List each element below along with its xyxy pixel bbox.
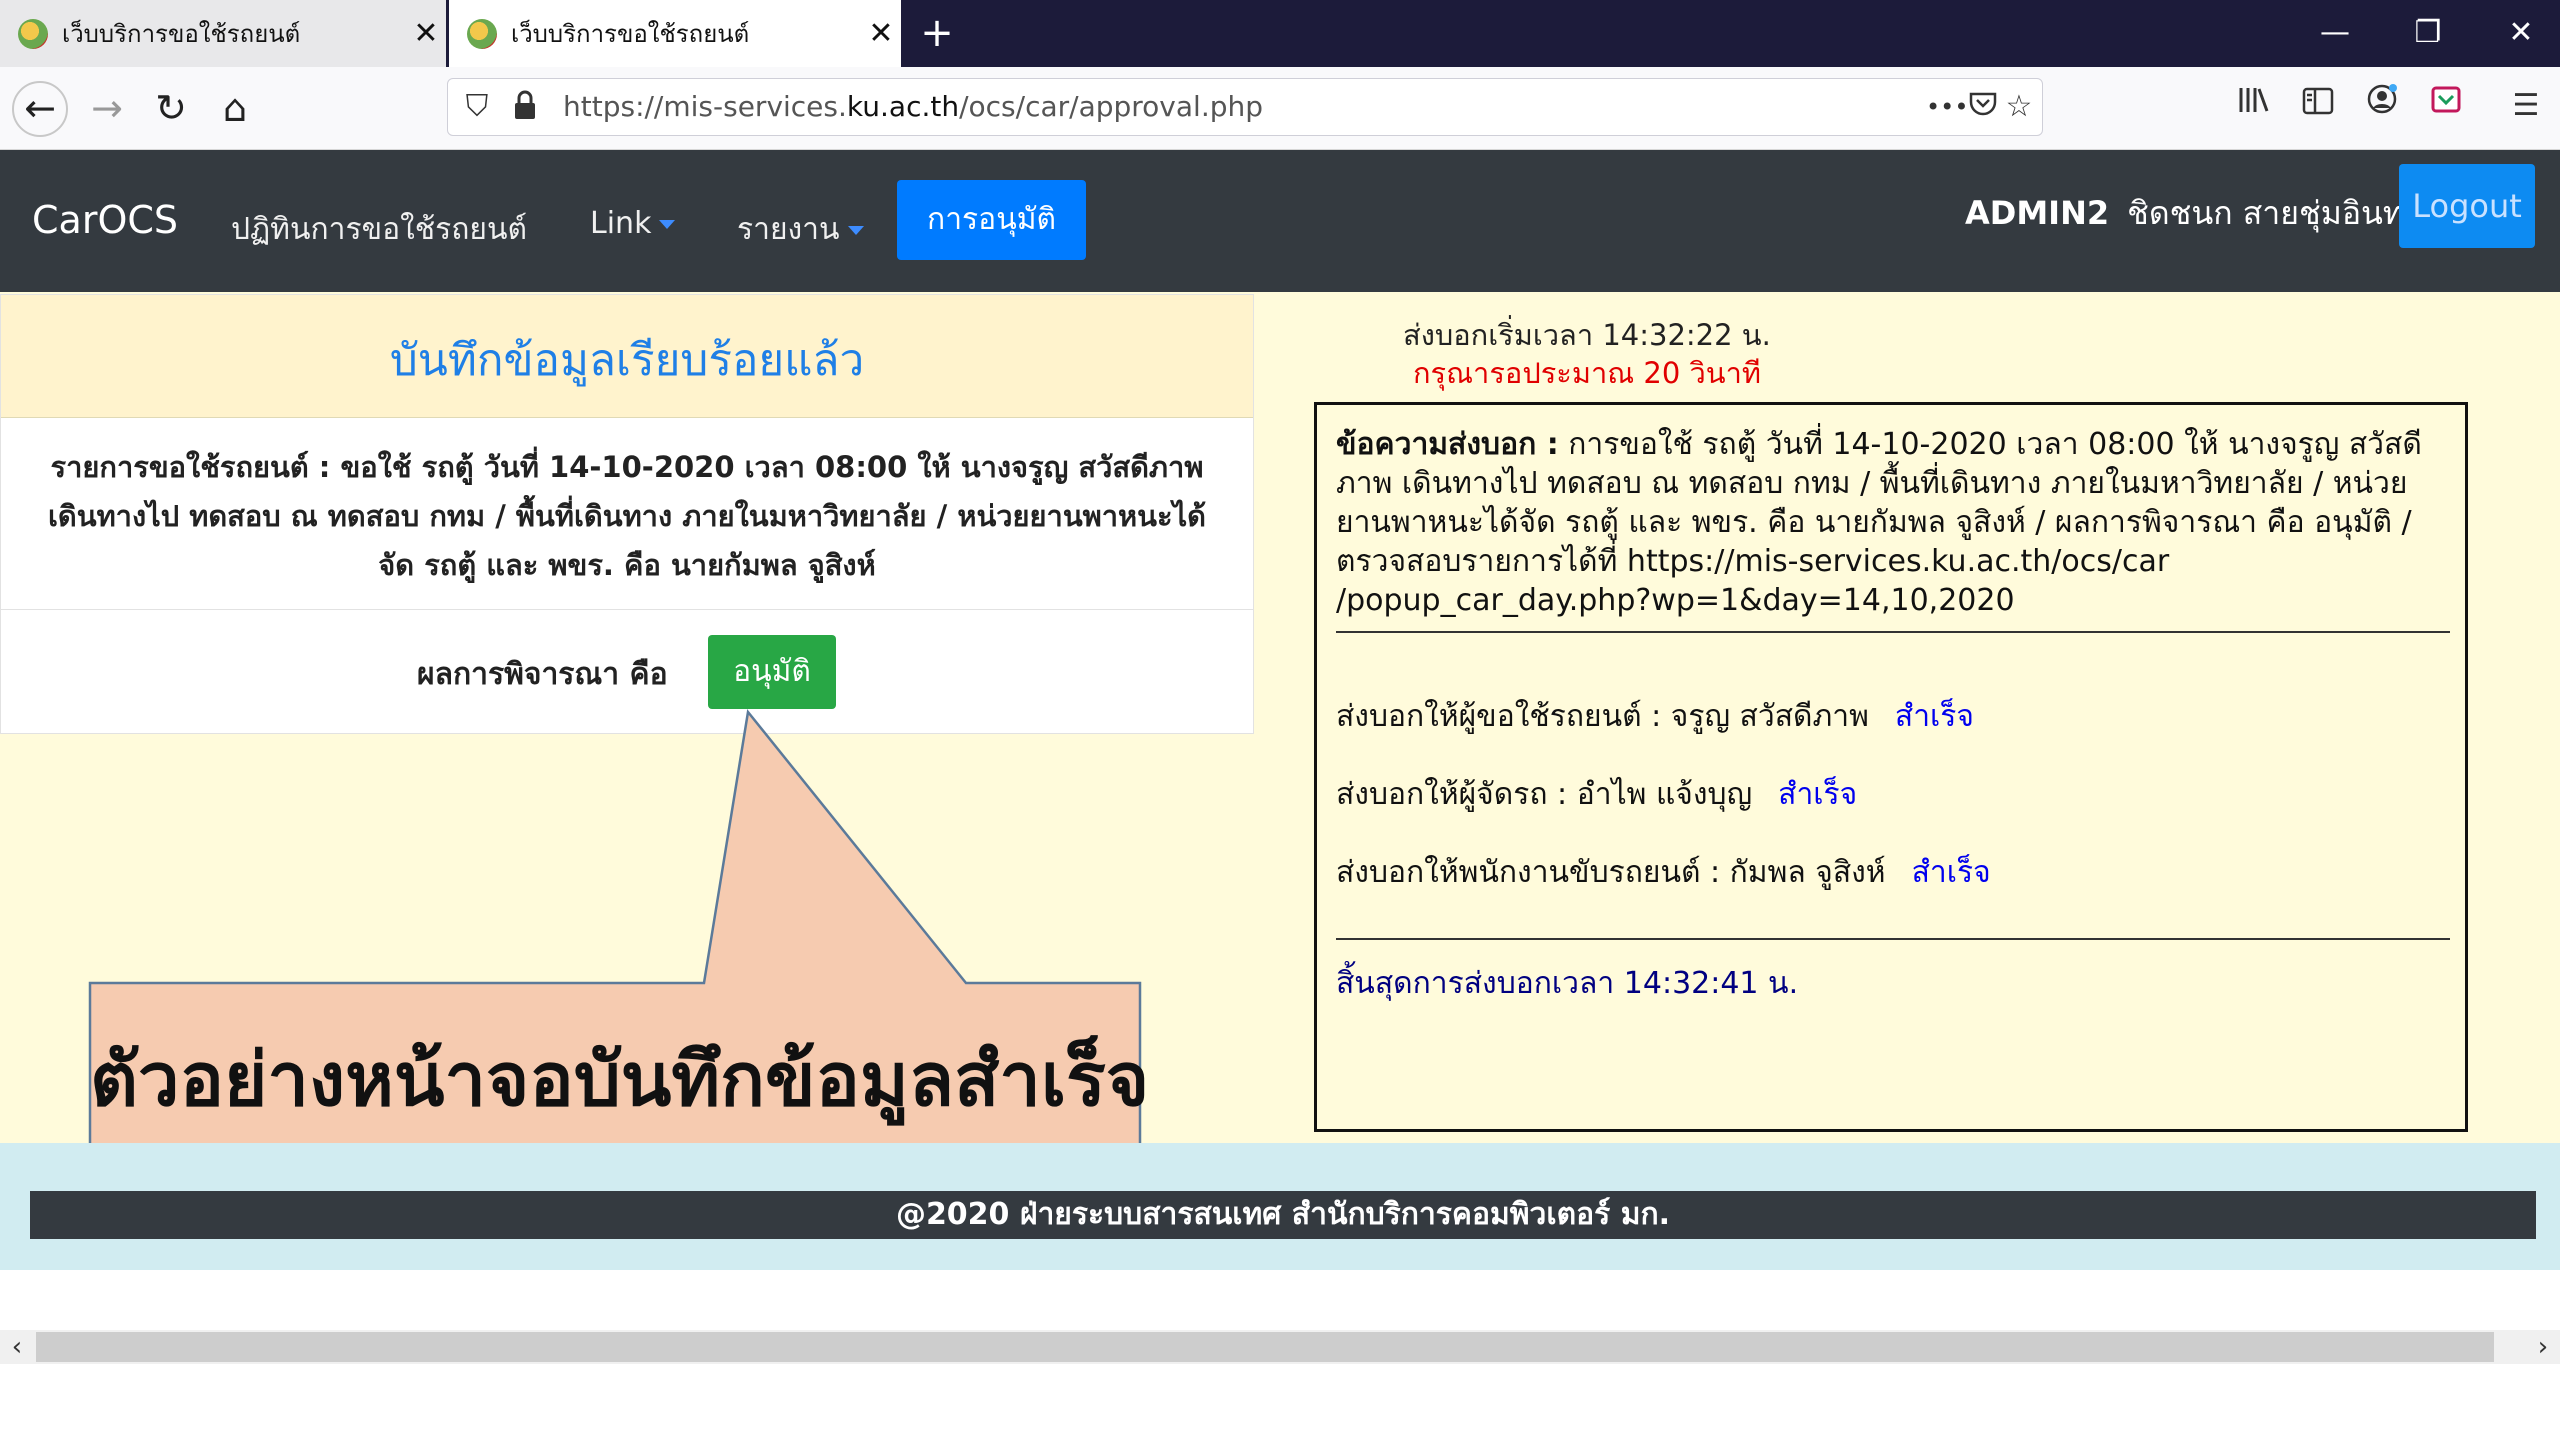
notify-requester-row: ส่งบอกให้ผู้ขอใช้รถยนต์ : จรูญ สวัสดีภาพ…: [1336, 693, 1974, 740]
app-navbar: CarOCS ปฏิทินการขอใช้รถยนต์ Link รายงาน …: [0, 150, 2560, 292]
sidebar-icon[interactable]: [2295, 83, 2341, 129]
shield-icon[interactable]: ⛉: [456, 89, 498, 125]
site-favicon-icon: [467, 18, 497, 49]
tab-title: เว็บบริการขอใช้รถยนต์: [62, 20, 301, 48]
url-text: https://mis-services.ku.ac.th/ocs/car/ap…: [563, 90, 1263, 123]
notify-dispatcher-row: ส่งบอกให้ผู้จัดรถ : อำไพ แจ้งบุญ สำเร็จ: [1336, 771, 1857, 818]
callout-text: ตัวอย่างหน้าจอบันทึกข้อมูลสำเร็จ: [90, 1037, 1150, 1123]
minimize-button[interactable]: —: [2300, 8, 2370, 58]
user-name: ADMIN2: [1965, 194, 2110, 232]
nav-link-label: Link: [590, 206, 652, 241]
caret-down-icon: [847, 226, 864, 235]
notify-driver-row: ส่งบอกให้พนักงานขับรถยนต์ : กัมพล จูสิงห…: [1336, 849, 1991, 896]
nav-approve-active[interactable]: การอนุมัติ: [897, 180, 1086, 260]
star-icon[interactable]: ☆: [1998, 89, 2040, 125]
scroll-left-icon[interactable]: ‹: [0, 1330, 34, 1364]
notify-end-time: สิ้นสุดการส่งบอกเวลา 14:32:41 น.: [1336, 966, 1799, 1001]
home-icon[interactable]: ⌂: [208, 81, 262, 135]
tab-close-icon[interactable]: ✕: [861, 16, 901, 51]
nav-link-dropdown[interactable]: Link: [590, 206, 676, 241]
user-fullname: ชิดชนก สายชุ่มอินทร์: [2127, 194, 2422, 232]
browser-tab[interactable]: เว็บบริการขอใช้รถยนต์ ✕: [0, 0, 446, 67]
user-info: ADMIN2 ชิดชนก สายชุ่มอินทร์: [1965, 188, 2421, 239]
scroll-right-icon[interactable]: ›: [2526, 1330, 2560, 1364]
horizontal-scrollbar[interactable]: ‹ ›: [0, 1330, 2560, 1364]
success-title: บันทึกข้อมูลเรียบร้อยแล้ว: [389, 335, 865, 386]
notify-wait-message: กรุณารอประมาณ 20 วินาที: [1413, 356, 1762, 390]
reload-icon[interactable]: ↻: [144, 81, 198, 135]
tab-title: เว็บบริการขอใช้รถยนต์: [511, 20, 750, 48]
site-favicon-icon: [18, 18, 48, 49]
result-card: บันทึกข้อมูลเรียบร้อยแล้ว รายการขอใช้รถย…: [0, 294, 1254, 734]
new-tab-button[interactable]: +: [912, 8, 962, 58]
nav-calendar[interactable]: ปฏิทินการขอใช้รถยนต์: [231, 206, 527, 253]
result-label: ผลการพิจารณา คือ: [417, 657, 668, 692]
library-icon[interactable]: [2231, 83, 2277, 129]
scrollbar-thumb[interactable]: [36, 1332, 2494, 1362]
divider: [1336, 938, 2450, 940]
request-details: รายการขอใช้รถยนต์ : ขอใช้ รถตู้ วันที่ 1…: [48, 450, 1206, 582]
address-bar[interactable]: ⛉ https://mis-services.ku.ac.th/ocs/car/…: [447, 78, 2043, 136]
divider: [1336, 631, 2450, 633]
notify-status-success: สำเร็จ: [1894, 699, 1974, 734]
notify-dispatcher: ส่งบอกให้ผู้จัดรถ : อำไพ แจ้งบุญ: [1336, 777, 1753, 812]
notify-status-success: สำเร็จ: [1911, 855, 1991, 890]
browser-toolbar: ← → ↻ ⌂ ⛉ https://mis-services.ku.ac.th/…: [0, 67, 2560, 150]
brand-logo[interactable]: CarOCS: [32, 198, 178, 242]
notify-driver: ส่งบอกให้พนักงานขับรถยนต์ : กัมพล จูสิงห…: [1336, 855, 1886, 890]
nav-report-label: รายงาน: [737, 212, 840, 247]
browser-tab-bar: เว็บบริการขอใช้รถยนต์ ✕ เว็บบริการขอใช้ร…: [0, 0, 2560, 67]
tab-close-icon[interactable]: ✕: [406, 16, 446, 51]
url-prefix: https://mis-services.: [563, 90, 847, 123]
window-close-button[interactable]: ✕: [2486, 8, 2556, 58]
account-icon[interactable]: [2359, 83, 2405, 129]
notify-status-success: สำเร็จ: [1778, 777, 1858, 812]
lock-icon[interactable]: [504, 89, 546, 130]
notify-requester: ส่งบอกให้ผู้ขอใช้รถยนต์ : จรูญ สวัสดีภาพ: [1336, 699, 1869, 734]
url-path: /ocs/car/approval.php: [959, 90, 1264, 123]
caret-down-icon: [659, 220, 676, 229]
notify-message-box: ข้อความส่งบอก : การขอใช้ รถตู้ วันที่ 14…: [1314, 402, 2468, 1132]
restore-button[interactable]: ❐: [2393, 8, 2463, 58]
browser-tab-active[interactable]: เว็บบริการขอใช้รถยนต์ ✕: [449, 0, 901, 67]
logout-button[interactable]: Logout: [2399, 164, 2535, 248]
nav-report-dropdown[interactable]: รายงาน: [737, 206, 864, 253]
notify-message-label: ข้อความส่งบอก :: [1336, 427, 1559, 462]
extension-icon[interactable]: [2423, 83, 2469, 129]
footer-bar: @2020 ฝ่ายระบบสารสนเทศ สำนักบริการคอมพิว…: [30, 1191, 2536, 1239]
divider: [1, 609, 1253, 610]
forward-arrow-icon[interactable]: →: [80, 81, 134, 135]
notify-message: ข้อความส่งบอก : การขอใช้ รถตู้ วันที่ 14…: [1336, 425, 2446, 620]
back-arrow-icon[interactable]: ←: [12, 81, 68, 137]
footer-area: @2020 ฝ่ายระบบสารสนเทศ สำนักบริการคอมพิว…: [0, 1143, 2560, 1270]
success-alert: บันทึกข้อมูลเรียบร้อยแล้ว: [1, 295, 1253, 418]
result-approved-badge: อนุมัติ: [708, 635, 836, 709]
hamburger-menu-icon[interactable]: ☰: [2503, 83, 2549, 129]
url-domain: ku.ac.th: [846, 90, 960, 123]
